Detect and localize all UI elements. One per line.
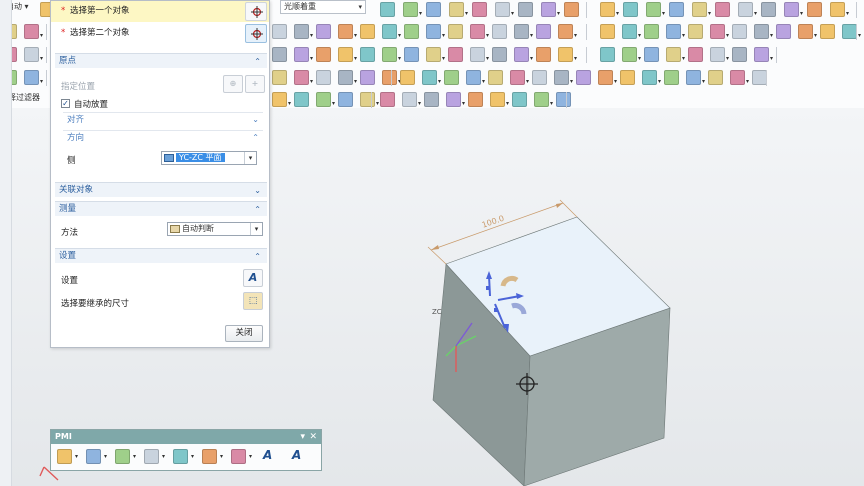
specify-location-button[interactable]: ⊕ [223, 75, 243, 93]
direction-label: 方向 [67, 133, 85, 143]
select-second-object-label: 选择第二个对象 [69, 28, 130, 38]
align-subsection-header[interactable]: 对齐 ⌄ [63, 112, 263, 126]
text-A-icon[interactable]: A [292, 448, 301, 462]
select-first-object-row[interactable]: * 选择第一个对象 [51, 1, 269, 22]
plane-icon [164, 154, 174, 162]
measurement-header[interactable]: 测量 ⌃ [55, 201, 267, 216]
pmi-tool-icon[interactable] [86, 449, 101, 464]
text-A-icon[interactable]: A [263, 448, 272, 462]
measurement-title: 测量 [59, 204, 77, 214]
method-label: 方法 [61, 228, 79, 238]
chevron-up-icon: ⌃ [252, 133, 259, 142]
select-first-object-button[interactable] [245, 2, 267, 21]
specify-location-label: 指定位置 [61, 82, 96, 92]
chevron-down-icon[interactable]: ▾ [191, 453, 194, 460]
required-marker: * [61, 28, 66, 38]
pmi-toolbar: PMI ▾ ✕ ▾ ▾ ▾ ▾ ▾ ▾ ▾ A A [50, 429, 322, 471]
settings-label: 设置 [61, 276, 79, 286]
chevron-down-icon[interactable]: ▾ [249, 453, 252, 460]
point-dialog-button[interactable]: + [245, 75, 265, 93]
chevron-down-icon[interactable]: ▾ [162, 453, 165, 460]
text-A-icon[interactable]: A [243, 269, 263, 287]
side-plane-select[interactable]: YC-ZC 平面 ▾ [161, 151, 257, 165]
close-icon[interactable]: ✕ [309, 430, 317, 444]
pmi-tool-icon[interactable] [173, 449, 188, 464]
chevron-up-icon: ⌃ [254, 252, 261, 261]
direction-subsection-header[interactable]: 方向 ⌃ [63, 130, 263, 144]
settings-title: 设置 [59, 251, 77, 261]
chevron-up-icon: ⌃ [254, 57, 261, 66]
inherit-dimension-label: 选择要继承的尺寸 [61, 299, 130, 309]
pmi-tool-icon[interactable] [144, 449, 159, 464]
pmi-title-bar[interactable]: PMI ▾ ✕ [51, 430, 321, 444]
pmi-tool-icon[interactable] [231, 449, 246, 464]
zc-axis-label: ZC [432, 308, 442, 316]
side-label: 侧 [67, 156, 76, 166]
pmi-tool-icon[interactable] [202, 449, 217, 464]
auto-place-checkbox[interactable]: ✓ [61, 99, 70, 108]
chevron-down-icon: ⌄ [254, 186, 261, 195]
dimension-extension-line-left [427, 246, 447, 265]
auto-place-label: 自动放置 [74, 100, 109, 110]
pmi-tool-icon[interactable] [57, 449, 72, 464]
side-plane-value: YC-ZC 平面 [176, 153, 225, 162]
dimension-arrow-right [556, 203, 563, 208]
select-second-object-button[interactable] [245, 24, 267, 43]
chevron-down-icon: ⌄ [252, 115, 259, 124]
close-button[interactable]: 关闭 [225, 325, 263, 342]
dimension-extension-line-right [559, 199, 578, 218]
chevron-down-icon[interactable]: ▾ [220, 453, 223, 460]
select-first-object-label: 选择第一个对象 [69, 6, 130, 16]
required-marker: * [61, 6, 66, 16]
crosshair-icon [251, 6, 263, 18]
origin-section-title: 原点 [59, 56, 77, 66]
chevron-down-icon: ▾ [244, 152, 256, 164]
align-label: 对齐 [67, 115, 85, 125]
method-value: 自动判断 [182, 224, 214, 233]
auto-dimension-icon [170, 225, 180, 233]
chevron-up-icon: ⌃ [254, 205, 261, 214]
origin-section-header[interactable]: 原点 ⌃ [55, 53, 267, 68]
chevron-down-icon[interactable]: ▾ [104, 453, 107, 460]
pmi-title: PMI [55, 432, 72, 441]
dimension-text[interactable]: 100.0 [481, 214, 506, 230]
associated-objects-header[interactable]: 关联对象 ⌄ [55, 182, 267, 197]
dimension-arrow-left [431, 245, 439, 250]
dimension-dialog: * 选择第一个对象 * 选择第二个对象 原点 ⌃ 指定位置 ⊕ + ✓ 自动放置… [50, 0, 270, 348]
minimize-icon[interactable]: ▾ [300, 430, 305, 444]
select-second-object-row[interactable]: * 选择第二个对象 [51, 23, 269, 44]
chevron-down-icon[interactable]: ▾ [133, 453, 136, 460]
method-select[interactable]: 自动判断 ▾ [167, 222, 263, 236]
crosshair-icon [251, 28, 263, 40]
pmi-tool-icon[interactable] [115, 449, 130, 464]
inherit-dimension-icon[interactable]: ⬚ [243, 292, 263, 310]
chevron-down-icon[interactable]: ▾ [75, 453, 78, 460]
chevron-down-icon: ▾ [250, 223, 262, 235]
associated-objects-title: 关联对象 [59, 185, 94, 195]
settings-header[interactable]: 设置 ⌃ [55, 248, 267, 263]
